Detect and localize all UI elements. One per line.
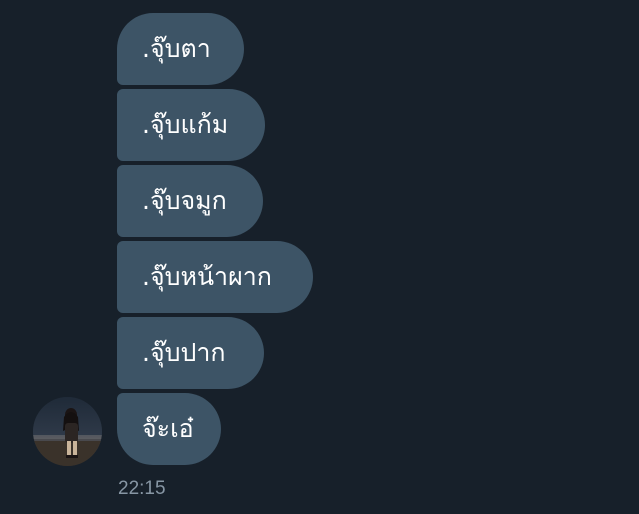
chat-thread: .จุ๊บตา .จุ๊บแก้ม .จุ๊บจมูก .จุ๊บหน้าผาก… [0,0,639,514]
sender-avatar[interactable] [33,397,102,466]
message-bubble[interactable]: .จุ๊บตา [117,13,244,85]
profile-photo-icon [33,397,102,466]
message-timestamp: 22:15 [118,478,166,499]
message-bubble[interactable]: .จุ๊บปาก [117,317,264,389]
message-bubble[interactable]: จ๊ะเอ๋ [117,393,221,465]
message-bubble[interactable]: .จุ๊บจมูก [117,165,263,237]
message-bubble[interactable]: .จุ๊บแก้ม [117,89,265,161]
message-bubble[interactable]: .จุ๊บหน้าผาก [117,241,313,313]
